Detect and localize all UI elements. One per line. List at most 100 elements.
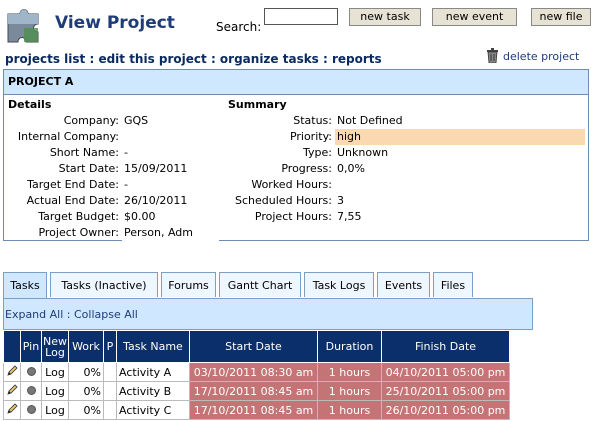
table-row: Log 0% Activity C 17/10/2011 08:45 am 1 … — [3, 400, 510, 420]
page-title: View Project — [55, 13, 175, 33]
edit-project-link[interactable]: edit this project — [98, 52, 206, 66]
task-name-link[interactable]: Activity C — [116, 400, 190, 420]
new-log-link[interactable]: Log — [41, 381, 69, 401]
detail-label: Target End Date: — [27, 178, 119, 191]
delete-project-label: delete project — [503, 50, 580, 63]
col-start-date-header[interactable]: Start Date — [189, 330, 318, 363]
details-heading: Details — [8, 98, 52, 111]
summary-value: 7,55 — [335, 209, 585, 225]
summary-value: 3 — [335, 193, 585, 209]
col-finish-date-header[interactable]: Finish Date — [381, 330, 510, 363]
priority-cell — [103, 362, 117, 382]
col-edit-header — [3, 330, 21, 363]
task-name-link[interactable]: Activity A — [116, 362, 190, 382]
projects-list-link[interactable]: projects list — [5, 52, 85, 66]
summary-label: Scheduled Hours: — [235, 194, 332, 207]
edit-pencil-icon[interactable] — [3, 362, 21, 382]
new-log-link[interactable]: Log — [41, 400, 69, 420]
new-file-button[interactable]: new file — [531, 8, 591, 26]
search-label: Search: — [216, 20, 262, 34]
nav-separator: : — [318, 52, 332, 66]
collapse-all-link[interactable]: Collapse All — [74, 308, 138, 321]
search-input[interactable] — [264, 8, 338, 25]
col-duration-header[interactable]: Duration — [317, 330, 382, 363]
pin-icon[interactable] — [20, 381, 42, 401]
tab-events[interactable]: Events — [377, 272, 430, 297]
task-name-link[interactable]: Activity B — [116, 381, 190, 401]
edit-pencil-icon[interactable] — [3, 400, 21, 420]
summary-row-scheduled-hours: Scheduled Hours: 3 — [224, 193, 588, 209]
tab-tasks-inactive[interactable]: Tasks (Inactive) — [50, 272, 158, 297]
expand-collapse-links: Expand All : Collapse All — [5, 308, 138, 321]
detail-row-internal-company: Internal Company: — [4, 129, 224, 145]
delete-project-link[interactable]: delete project — [486, 48, 579, 66]
puzzle-logo-icon — [4, 4, 48, 46]
new-event-button[interactable]: new event — [432, 8, 517, 26]
edit-pencil-icon[interactable] — [3, 381, 21, 401]
project-nav: projects list : edit this project : orga… — [5, 52, 382, 66]
summary-row-worked-hours: Worked Hours: — [224, 177, 588, 193]
tab-task-logs[interactable]: Task Logs — [304, 272, 374, 297]
detail-value: 26/10/2011 — [122, 193, 219, 209]
tab-forums[interactable]: Forums — [161, 272, 216, 297]
summary-row-priority: Priority: high — [224, 129, 588, 145]
new-task-button[interactable]: new task — [349, 8, 421, 26]
start-date-cell: 17/10/2011 08:45 am — [189, 381, 318, 401]
detail-label: Project Owner: — [38, 226, 119, 239]
detail-value: 15/09/2011 — [122, 161, 219, 177]
start-date-cell: 17/10/2011 08:45 am — [189, 400, 318, 420]
work-percent: 0% — [68, 400, 104, 420]
detail-label: Actual End Date: — [26, 194, 119, 207]
duration-cell: 1 hours — [317, 400, 382, 420]
project-panel: PROJECT A Details Summary Company: GQS I… — [3, 69, 589, 241]
priority-cell — [103, 400, 117, 420]
tab-tasks[interactable]: Tasks — [3, 272, 47, 299]
detail-label: Company: — [63, 114, 119, 127]
new-log-link[interactable]: Log — [41, 362, 69, 382]
summary-row-status: Status: Not Defined — [224, 113, 588, 129]
detail-value: $0.00 — [122, 209, 219, 225]
detail-value: - — [122, 145, 219, 161]
col-work-header[interactable]: Work — [68, 330, 104, 363]
detail-row-project-owner: Project Owner: Person, Adm — [4, 225, 224, 241]
summary-label: Project Hours: — [254, 210, 332, 223]
work-percent: 0% — [68, 362, 104, 382]
detail-label: Target Budget: — [38, 210, 119, 223]
expand-all-link[interactable]: Expand All — [5, 308, 63, 321]
expand-separator: : — [63, 308, 74, 321]
detail-row-company: Company: GQS — [4, 113, 224, 129]
organize-tasks-link[interactable]: organize tasks — [220, 52, 319, 66]
detail-row-short-name: Short Name: - — [4, 145, 224, 161]
pin-icon[interactable] — [20, 362, 42, 382]
detail-row-target-budget: Target Budget: $0.00 — [4, 209, 224, 225]
nav-separator: : — [206, 52, 220, 66]
start-date-cell: 03/10/2011 08:30 am — [189, 362, 318, 382]
detail-label: Internal Company: — [17, 130, 119, 143]
summary-label: Worked Hours: — [251, 178, 332, 191]
summary-value: 0,0% — [335, 161, 585, 177]
tab-files[interactable]: Files — [433, 272, 473, 297]
finish-date-cell: 04/10/2011 05:00 pm — [381, 362, 510, 382]
table-row: Log 0% Activity B 17/10/2011 08:45 am 1 … — [3, 381, 510, 401]
priority-value: high — [335, 129, 585, 145]
pin-icon[interactable] — [20, 400, 42, 420]
summary-row-project-hours: Project Hours: 7,55 — [224, 209, 588, 225]
col-new-log-header[interactable]: New Log — [41, 330, 69, 363]
table-row: Log 0% Activity A 03/10/2011 08:30 am 1 … — [3, 362, 510, 382]
nav-separator: : — [85, 52, 99, 66]
col-pin-header[interactable]: Pin — [20, 330, 42, 363]
work-percent: 0% — [68, 381, 104, 401]
project-name: PROJECT A — [4, 70, 588, 95]
trash-icon — [486, 48, 499, 66]
finish-date-cell: 25/10/2011 05:00 pm — [381, 381, 510, 401]
reports-link[interactable]: reports — [332, 52, 382, 66]
detail-row-actual-end-date: Actual End Date: 26/10/2011 — [4, 193, 224, 209]
tab-gantt-chart[interactable]: Gantt Chart — [219, 272, 301, 297]
col-task-name-header[interactable]: Task Name — [116, 330, 190, 363]
summary-row-type: Type: Unknown — [224, 145, 588, 161]
col-priority-header[interactable]: P — [103, 330, 117, 363]
summary-value: Not Defined — [335, 113, 585, 129]
detail-value: Person, Adm — [122, 225, 219, 241]
duration-cell: 1 hours — [317, 381, 382, 401]
summary-value: Unknown — [335, 145, 585, 161]
